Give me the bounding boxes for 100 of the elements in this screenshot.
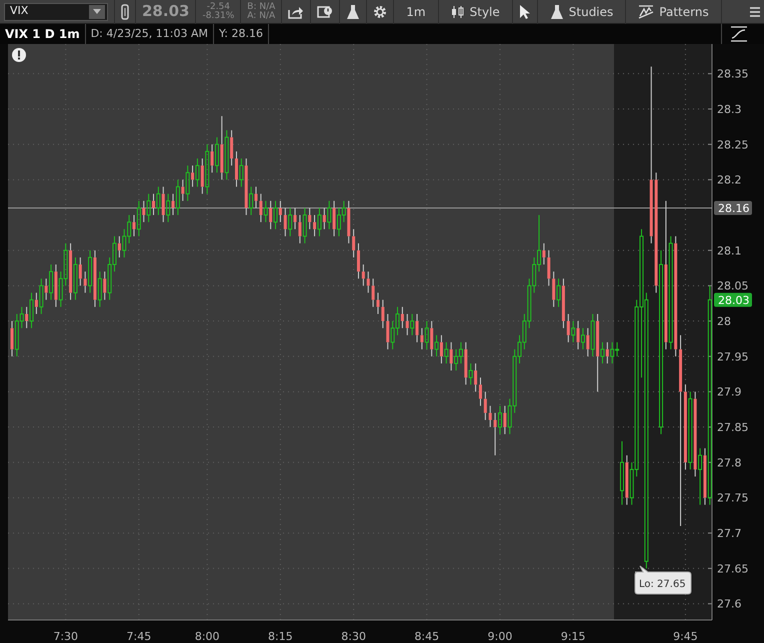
candlestick xyxy=(684,384,687,470)
candlestick xyxy=(468,362,473,386)
candlestick xyxy=(590,313,595,357)
candlestick xyxy=(322,207,326,230)
candlestick xyxy=(49,264,54,300)
candlestick xyxy=(440,334,443,364)
candlestick xyxy=(347,200,350,244)
candlestick xyxy=(366,271,370,294)
candlestick xyxy=(562,278,565,329)
candlestick xyxy=(191,165,194,188)
flask-icon[interactable] xyxy=(346,4,360,20)
candlestick xyxy=(474,362,478,392)
time-axis-label: 8:15 xyxy=(268,630,293,643)
candlestick xyxy=(278,200,282,223)
candlestick xyxy=(103,271,106,300)
candlestick xyxy=(181,179,184,202)
price-axis-label: 27.75 xyxy=(717,492,748,505)
candlestick xyxy=(327,200,332,230)
candlestick xyxy=(494,412,497,456)
candlestick xyxy=(659,250,664,435)
candlestick xyxy=(302,207,307,244)
time-axis-label: 7:45 xyxy=(126,630,152,643)
candlestick xyxy=(249,186,254,216)
candlestick xyxy=(542,242,546,266)
candlestick xyxy=(400,306,404,329)
candlestick xyxy=(259,193,262,223)
menu-icon[interactable] xyxy=(750,6,760,18)
candlestick xyxy=(478,377,482,406)
price-axis-label: 28.25 xyxy=(717,138,748,152)
percent-change: -8.31% xyxy=(202,12,234,20)
candlestick xyxy=(698,448,702,506)
flask-icon xyxy=(550,4,564,20)
candlestick xyxy=(600,342,604,364)
price-axis-label: 28.2 xyxy=(717,174,742,187)
aggregation-button[interactable]: 1m xyxy=(400,0,432,24)
candlestick xyxy=(69,242,72,300)
candlestick xyxy=(234,150,238,188)
ask-label: A: N/A xyxy=(247,12,276,20)
candlestick xyxy=(674,236,678,357)
price-axis-label: 27.8 xyxy=(717,456,742,470)
candlestick xyxy=(406,313,409,336)
time-axis-label: 8:00 xyxy=(194,630,220,643)
candlestick xyxy=(284,207,287,237)
patterns-button[interactable]: Patterns xyxy=(632,0,715,24)
candlestick xyxy=(88,250,92,294)
candlestick xyxy=(244,158,248,216)
candlestick xyxy=(230,130,234,166)
warning-icon[interactable] xyxy=(12,48,26,62)
candlestick xyxy=(30,292,34,329)
style-button[interactable]: Style xyxy=(444,0,506,24)
price-axis-label: 27.65 xyxy=(717,562,748,576)
share-icon[interactable] xyxy=(288,4,304,18)
price-axis-label: 28.05 xyxy=(717,280,748,293)
candlestick xyxy=(444,342,448,364)
price-axis-label: 27.95 xyxy=(717,350,748,364)
price-axis-label: 27.9 xyxy=(717,386,742,399)
flag-icon[interactable] xyxy=(317,4,334,18)
candlestick xyxy=(381,299,384,329)
symbol-field[interactable]: VIX xyxy=(4,2,108,20)
candlestick xyxy=(93,250,96,308)
candlestick xyxy=(430,320,434,357)
candlestick xyxy=(152,193,156,216)
candlestick xyxy=(220,116,224,180)
low-tooltip: Lo: 27.65 xyxy=(634,566,692,594)
candlestick xyxy=(386,313,390,350)
candlestick xyxy=(484,391,487,420)
price-axis-label: 28.35 xyxy=(717,68,748,81)
cursor-icon[interactable] xyxy=(518,4,531,20)
chart-style-icon[interactable] xyxy=(730,26,748,42)
time-axis-label: 7:30 xyxy=(53,630,78,643)
candlestick xyxy=(239,158,244,188)
candlestick xyxy=(166,193,170,223)
price-axis-label: 27.6 xyxy=(717,598,742,611)
candlestick xyxy=(146,193,151,223)
candlestick xyxy=(78,256,82,286)
candle-icon xyxy=(450,4,465,18)
studies-button[interactable]: Studies xyxy=(544,0,620,24)
candlestick xyxy=(376,292,380,314)
candlestick xyxy=(200,158,204,194)
candlestick xyxy=(488,405,492,428)
candlestick xyxy=(298,214,302,244)
link-icon[interactable] xyxy=(121,4,129,20)
candlestick xyxy=(288,207,292,237)
candlestick xyxy=(39,278,44,314)
candlestick xyxy=(498,405,502,435)
last-price: 28.03 xyxy=(142,1,190,22)
price-axis-label: 27.85 xyxy=(717,421,748,434)
candlestick xyxy=(274,200,278,230)
candlestick xyxy=(25,306,28,329)
price-tag: 28.03 xyxy=(714,292,752,307)
candlestick xyxy=(332,200,336,237)
price-axis-label: 28 xyxy=(717,315,731,328)
settings-icon[interactable] xyxy=(373,4,388,18)
candlestick xyxy=(356,242,360,280)
candlestick xyxy=(210,144,214,174)
candlestick xyxy=(679,334,682,526)
candlestick xyxy=(552,271,556,308)
candlestick xyxy=(434,334,439,357)
candlestick xyxy=(424,320,429,350)
candlestick xyxy=(142,200,146,223)
